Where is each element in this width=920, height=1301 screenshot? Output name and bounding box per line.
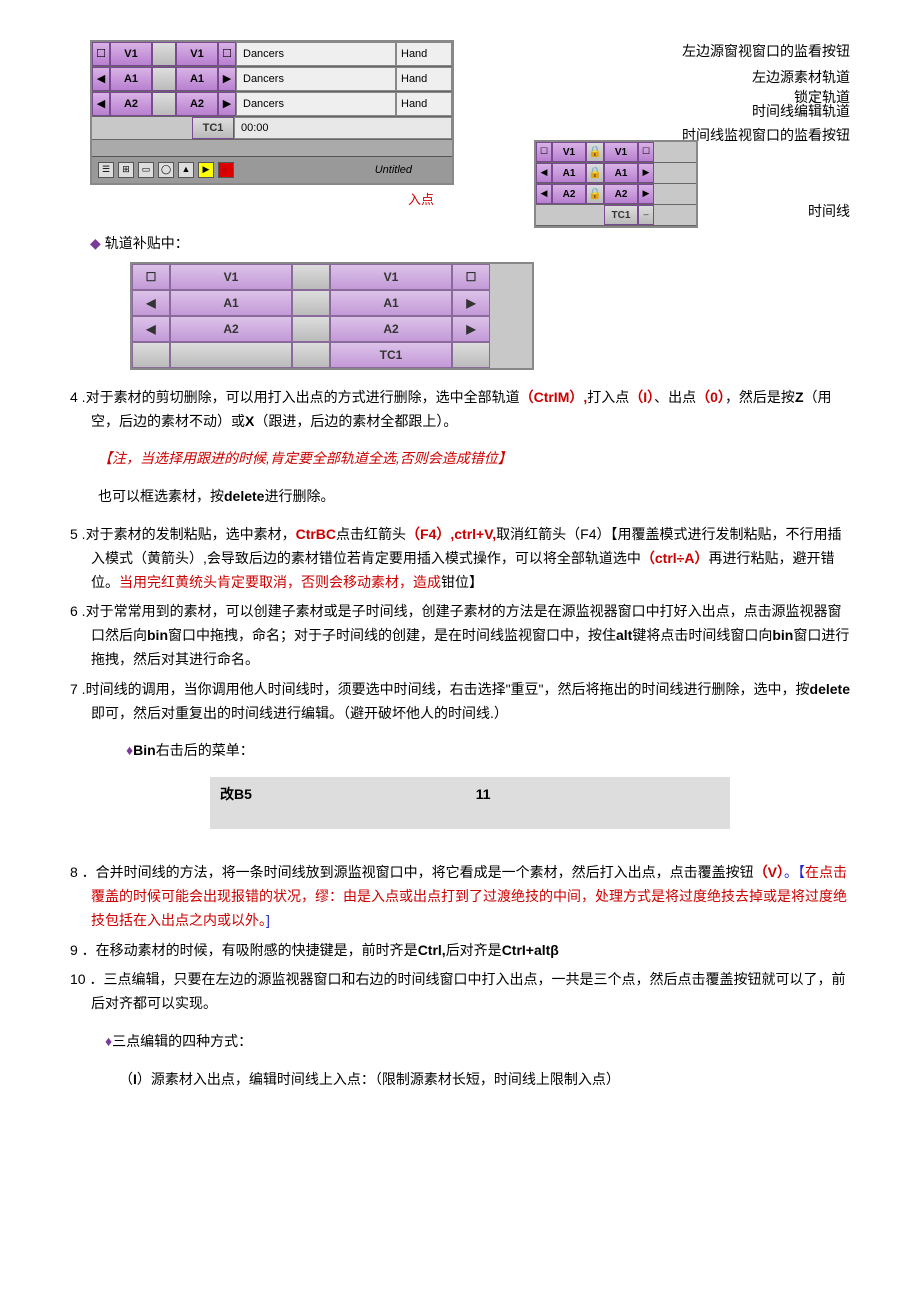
track-a1-dst[interactable]: A1 bbox=[176, 67, 218, 91]
cell[interactable]: A1 bbox=[330, 290, 452, 316]
tool-icon[interactable]: ▭ bbox=[138, 162, 154, 178]
track-toggle[interactable]: ☐ bbox=[218, 42, 236, 66]
in-point-label: 入点 bbox=[90, 189, 434, 211]
track-a1[interactable]: A1 bbox=[604, 163, 638, 183]
clip[interactable]: Dancers bbox=[236, 92, 396, 116]
box-right: 11 bbox=[476, 783, 491, 807]
cell[interactable]: ▶ bbox=[452, 316, 490, 342]
cell[interactable]: ▶ bbox=[452, 290, 490, 316]
figure-track-patch: ☐ V1 V1 ☐ ◀ A1 A1 ▶ ◀ A2 A2 ▶ TC1 bbox=[130, 262, 534, 370]
grey-box: 改B5 11 bbox=[210, 777, 730, 829]
track-toggle[interactable]: ◀ bbox=[92, 92, 110, 116]
cell bbox=[292, 290, 330, 316]
body-text: （I）源素材入出点，编辑时间线上入点：（限制源素材长短，时间线上限制入点） bbox=[119, 1068, 850, 1092]
track-spacer bbox=[152, 67, 176, 91]
track-spacer bbox=[152, 42, 176, 66]
tc-toggle[interactable]: – bbox=[638, 205, 654, 225]
lock-icon[interactable]: 🔒 bbox=[586, 142, 604, 162]
list-item-10: 10 ．三点编辑，只要在左边的源监视器窗口和右边的时间线窗口中打入出点，一共是三… bbox=[70, 968, 850, 1016]
box-left: 改B5 bbox=[220, 786, 252, 802]
body-text: 也可以框选素材，按delete进行删除。 bbox=[98, 485, 850, 509]
track-a2[interactable]: A2 bbox=[552, 184, 586, 204]
list-item-8: 8 ．合并时间线的方法，将一条时间线放到源监视窗口中，将它看成是一个素材，然后打… bbox=[70, 861, 850, 932]
track-toggle[interactable]: ▶ bbox=[638, 163, 654, 183]
track-a2-src[interactable]: A2 bbox=[110, 92, 152, 116]
cell[interactable]: ☐ bbox=[132, 264, 170, 290]
tool-icon[interactable]: ▲ bbox=[178, 162, 194, 178]
tool-icon[interactable]: ☰ bbox=[98, 162, 114, 178]
track-a2-dst[interactable]: A2 bbox=[176, 92, 218, 116]
track-v1[interactable]: V1 bbox=[604, 142, 638, 162]
cell[interactable]: A1 bbox=[170, 290, 292, 316]
tc-value: 00:00 bbox=[234, 117, 452, 139]
cell bbox=[292, 316, 330, 342]
track-toggle[interactable]: ▶ bbox=[218, 67, 236, 91]
cell[interactable]: ◀ bbox=[132, 316, 170, 342]
track-v1[interactable]: V1 bbox=[552, 142, 586, 162]
track-a2[interactable]: A2 bbox=[604, 184, 638, 204]
cell[interactable]: ◀ bbox=[132, 290, 170, 316]
track-toggle[interactable]: ☐ bbox=[536, 142, 552, 162]
timeline-title: Untitled bbox=[375, 161, 412, 180]
sub-heading: ♦三点编辑的四种方式： bbox=[105, 1030, 850, 1054]
overwrite-arrow-icon[interactable]: ▶ bbox=[218, 162, 234, 178]
timeline-toolbar: ☰ ⊞ ▭ ◯ ▲ ▶ ▶ Untitled bbox=[92, 156, 452, 183]
list-item-7: 7 .时间线的调用，当你调用他人时间线时，须要选中时间线，右击选择"重豆"，然后… bbox=[70, 678, 850, 726]
list-item-9: 9 ．在移动素材的时候，有吸附感的快捷键是，前时齐是Ctrl,后对齐是CtrI+… bbox=[70, 939, 850, 963]
note-text: 【注，当选择用跟进的时候,肯定要全部轨道全选,否则会造成错位】 bbox=[98, 447, 850, 471]
track-a1-src[interactable]: A1 bbox=[110, 67, 152, 91]
sub-heading: ♦Bin右击后的菜单： bbox=[126, 739, 850, 763]
section-heading: ◆轨道补贴中： bbox=[90, 232, 850, 256]
figure-timeline-panel: ☐ V1 V1 ☐ Dancers Hand ◀ A1 A1 ▶ Dancers… bbox=[90, 40, 454, 211]
cell[interactable]: V1 bbox=[330, 264, 452, 290]
legend-label: 时间线 bbox=[808, 200, 850, 224]
lock-icon[interactable]: 🔒 bbox=[586, 184, 604, 204]
legend-label: 左边源窗视窗口的监看按钮 bbox=[682, 40, 850, 64]
legend-label: 时间线监视窗口的监看按钮 bbox=[682, 124, 850, 148]
tc-label: TC1 bbox=[192, 117, 234, 139]
track-a1[interactable]: A1 bbox=[552, 163, 586, 183]
track-toggle[interactable]: ☐ bbox=[92, 42, 110, 66]
track-toggle[interactable]: ▶ bbox=[638, 184, 654, 204]
figure-track-legend: 左边源窗视窗口的监看按钮 左边源素材轨道 锁定轨道 时间线编辑轨道 时间线监视窗… bbox=[534, 40, 850, 220]
track-spacer bbox=[152, 92, 176, 116]
clip[interactable]: Dancers bbox=[236, 42, 396, 66]
lock-icon[interactable]: 🔒 bbox=[586, 163, 604, 183]
clip[interactable]: Hand bbox=[396, 92, 452, 116]
tool-icon[interactable]: ⊞ bbox=[118, 162, 134, 178]
cell bbox=[170, 342, 292, 368]
cell bbox=[292, 264, 330, 290]
list-item-5: 5 .对于素材的发制粘贴，选中素材，CtrBC点击红箭头（F4）,ctrl+V,… bbox=[70, 523, 850, 594]
tool-icon[interactable]: ◯ bbox=[158, 162, 174, 178]
tc-label: TC1 bbox=[604, 205, 638, 225]
cell bbox=[292, 342, 330, 368]
track-toggle[interactable]: ☐ bbox=[638, 142, 654, 162]
cell[interactable]: A2 bbox=[330, 316, 452, 342]
track-toggle[interactable]: ◀ bbox=[536, 184, 552, 204]
cell bbox=[452, 342, 490, 368]
clip[interactable]: Hand bbox=[396, 42, 452, 66]
cell bbox=[132, 342, 170, 368]
clip[interactable]: Dancers bbox=[236, 67, 396, 91]
track-v1-src[interactable]: V1 bbox=[110, 42, 152, 66]
cell[interactable]: ☐ bbox=[452, 264, 490, 290]
insert-arrow-icon[interactable]: ▶ bbox=[198, 162, 214, 178]
list-item-4: 4 .对于素材的剪切删除，可以用打入出点的方式进行删除，选中全部轨道（CtrIM… bbox=[70, 386, 850, 434]
track-toggle[interactable]: ◀ bbox=[536, 163, 552, 183]
clip[interactable]: Hand bbox=[396, 67, 452, 91]
track-toggle[interactable]: ◀ bbox=[92, 67, 110, 91]
cell[interactable]: V1 bbox=[170, 264, 292, 290]
legend-label: 时间线编辑轨道 bbox=[752, 100, 850, 124]
cell[interactable]: TC1 bbox=[330, 342, 452, 368]
track-v1-dst[interactable]: V1 bbox=[176, 42, 218, 66]
track-toggle[interactable]: ▶ bbox=[218, 92, 236, 116]
cell[interactable]: A2 bbox=[170, 316, 292, 342]
list-item-6: 6 .对于常常用到的素材，可以创建子素材或是子时间线，创建子素材的方法是在源监视… bbox=[70, 600, 850, 671]
